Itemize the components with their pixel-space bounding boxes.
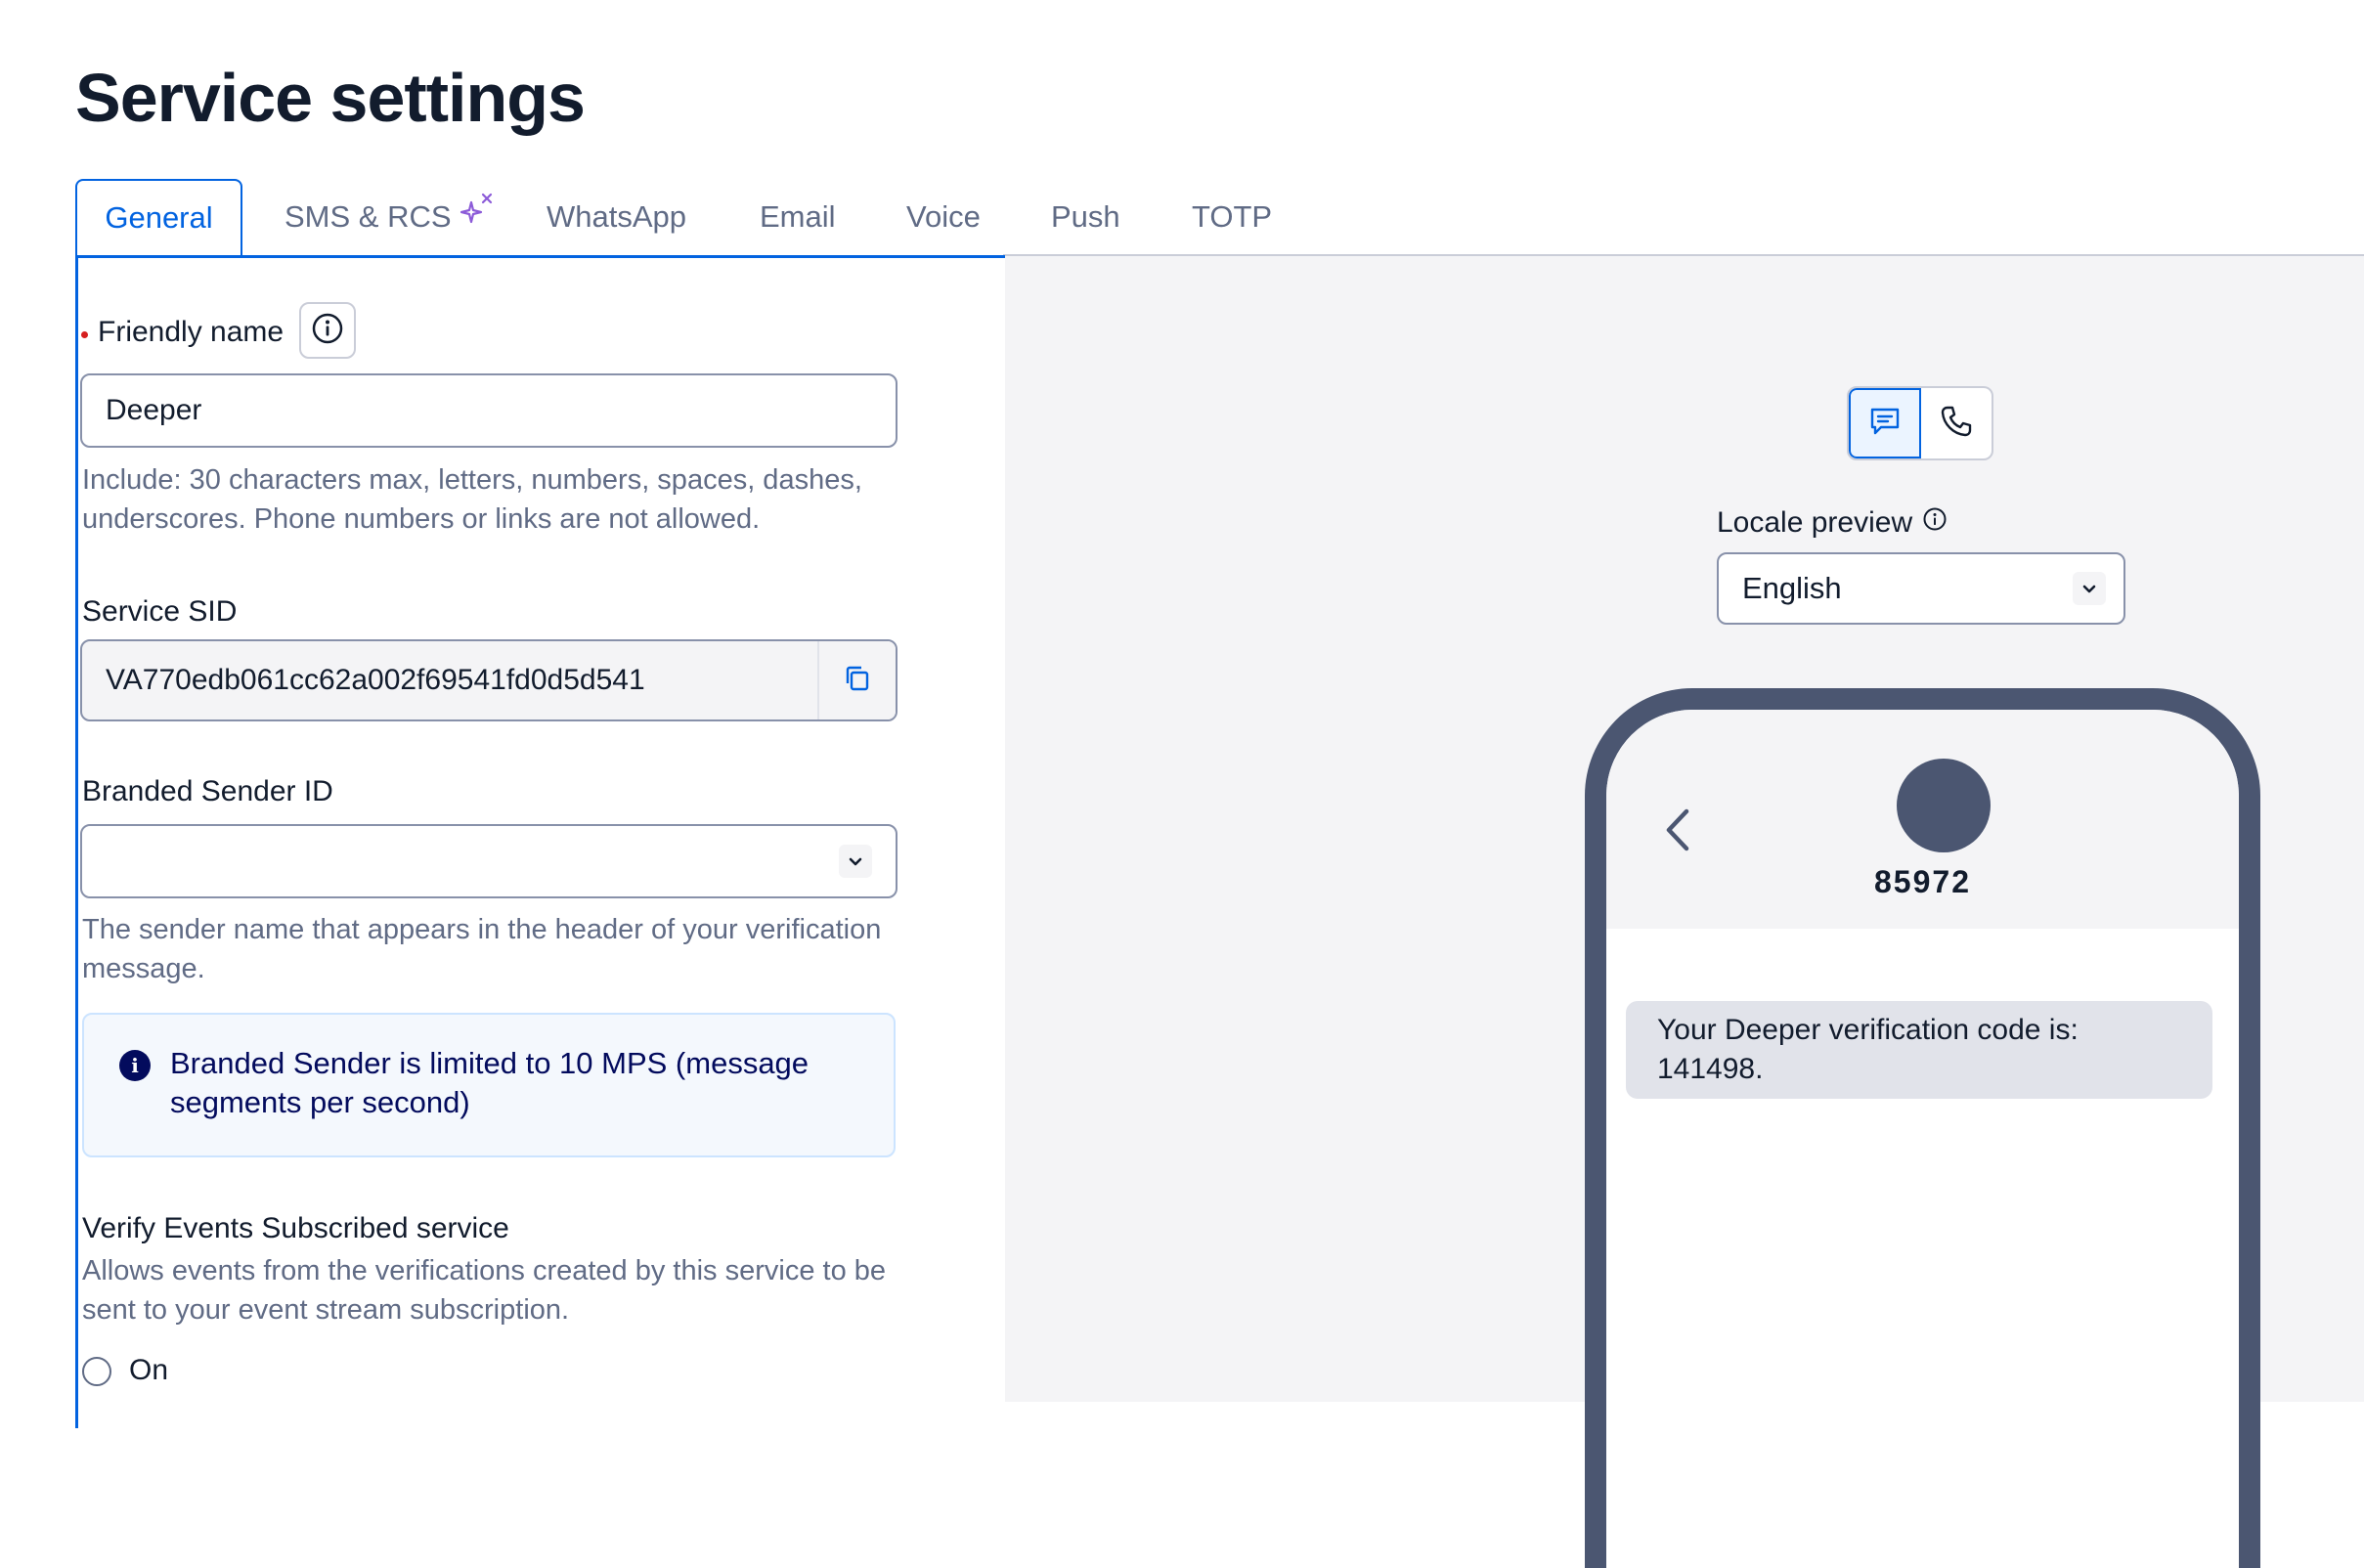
service-sid-label: Service SID (82, 595, 238, 628)
service-sid-field: VA770edb061cc62a002f69541fd0d5d541 (80, 639, 897, 721)
callout-text: Branded Sender is limited to 10 MPS (mes… (170, 1046, 810, 1119)
info-filled-icon: i (119, 1050, 151, 1081)
page-title: Service settings (75, 60, 586, 136)
branded-sender-select[interactable] (80, 824, 897, 898)
phone-icon (1939, 404, 1974, 444)
tab-label: SMS & RCS (285, 199, 452, 234)
locale-label-text: Locale preview (1717, 506, 1913, 539)
message-bubble: Your Deeper verification code is: 141498… (1626, 1001, 2212, 1099)
tab-label: Voice (906, 199, 981, 234)
info-icon (311, 312, 344, 350)
required-indicator (81, 331, 88, 338)
friendly-name-value: Deeper (106, 394, 202, 426)
chat-icon (1867, 404, 1903, 444)
service-sid-value: VA770edb061cc62a002f69541fd0d5d541 (106, 664, 645, 696)
tab-email[interactable]: Email (760, 179, 836, 255)
info-icon[interactable] (1922, 506, 1948, 540)
tab-push[interactable]: Push (1051, 179, 1120, 255)
tab-label: General (105, 200, 213, 235)
back-chevron-icon (1663, 807, 1692, 857)
tab-label: Email (760, 199, 836, 234)
contact-avatar (1897, 759, 1991, 852)
friendly-name-input[interactable]: Deeper (80, 373, 897, 448)
friendly-name-info-button[interactable] (299, 302, 356, 359)
phone-preview: 85972 Your Deeper verification code is: … (1585, 688, 2260, 1568)
channel-toggle (1847, 386, 1993, 460)
verify-events-label: Verify Events Subscribed service (82, 1212, 509, 1244)
tab-label: TOTP (1192, 199, 1273, 234)
tab-whatsapp[interactable]: WhatsApp (547, 179, 686, 255)
voice-preview-toggle[interactable] (1921, 388, 1992, 458)
mps-limit-callout: i Branded Sender is limited to 10 MPS (m… (82, 1013, 896, 1157)
verify-events-on-radio[interactable] (82, 1357, 111, 1386)
copy-icon (843, 664, 872, 698)
verify-events-help: Allows events from the verifications cre… (82, 1255, 887, 1326)
chevron-down-icon (2073, 572, 2106, 605)
tab-voice[interactable]: Voice (906, 179, 981, 255)
copy-sid-button[interactable] (817, 641, 896, 719)
sms-preview-toggle[interactable] (1849, 388, 1921, 458)
sparkle-icon (460, 193, 493, 234)
tab-totp[interactable]: TOTP (1192, 179, 1272, 255)
branded-sender-help: The sender name that appears in the head… (82, 914, 882, 984)
locale-value: English (1742, 571, 1842, 605)
locale-preview-label: Locale preview (1717, 506, 1948, 540)
friendly-name-label: Friendly name (98, 316, 285, 348)
tab-label: Push (1051, 199, 1120, 234)
contact-number: 85972 (1874, 864, 1971, 899)
tab-general[interactable]: General (75, 179, 242, 255)
radio-on-label[interactable]: On (129, 1354, 168, 1387)
chevron-down-icon (839, 845, 872, 878)
tab-label: WhatsApp (547, 199, 687, 234)
phone-header: 85972 (1606, 710, 2239, 929)
friendly-name-help: Include: 30 characters max, letters, num… (82, 464, 862, 535)
tab-sms-rcs[interactable]: SMS & RCS (285, 179, 493, 255)
locale-preview-select[interactable]: English (1717, 552, 2125, 625)
branded-sender-label: Branded Sender ID (82, 775, 333, 807)
